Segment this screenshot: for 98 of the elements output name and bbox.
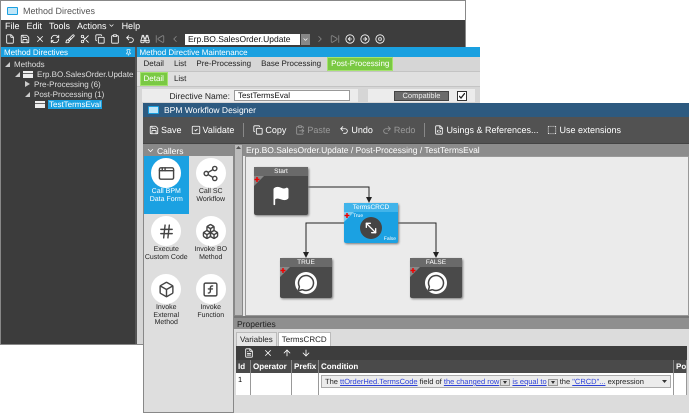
- arrow-up-icon[interactable]: [282, 348, 292, 358]
- scissors-icon[interactable]: [80, 34, 90, 44]
- expanded-triangle-icon[interactable]: [5, 62, 10, 66]
- tab[interactable]: Base Processing: [257, 57, 326, 71]
- tree-item[interactable]: Erp.BO.SalesOrder.Update: [36, 70, 134, 78]
- caret-icon[interactable]: [662, 380, 667, 383]
- menu-item[interactable]: Edit: [26, 20, 42, 30]
- method-combo-field[interactable]: Erp.BO.SalesOrder.Update: [185, 34, 300, 44]
- arrow-down-icon[interactable]: [301, 348, 311, 358]
- speech-bubble-icon: [425, 272, 447, 294]
- column-header: Prefix: [292, 360, 319, 373]
- menu-item[interactable]: Help: [122, 20, 140, 30]
- tab[interactable]: List: [170, 72, 190, 86]
- form-icon: [151, 158, 182, 188]
- properties-header: Properties: [234, 318, 689, 329]
- column-header: Id: [236, 360, 251, 373]
- folder-icon: [23, 70, 33, 78]
- toolbar-button[interactable]: Copy: [253, 125, 286, 135]
- collapsed-triangle-icon[interactable]: [25, 81, 30, 87]
- hash-icon: [151, 216, 182, 246]
- document-icon: [434, 125, 444, 135]
- copy-icon[interactable]: [95, 34, 105, 44]
- boxes-icon: [196, 216, 226, 246]
- menu-item[interactable]: Tools: [49, 20, 70, 30]
- tab[interactable]: Detail: [140, 57, 168, 71]
- pin-icon[interactable]: [124, 48, 132, 56]
- paste-icon: [295, 125, 306, 135]
- table-cell: [251, 373, 292, 395]
- checkbox[interactable]: [457, 90, 468, 100]
- toolbar-button[interactable]: Use extensions: [547, 125, 622, 135]
- undo-icon: [339, 125, 350, 135]
- plus-icon: [410, 267, 420, 277]
- new-file-icon[interactable]: [5, 34, 15, 44]
- tab[interactable]: Variables: [236, 332, 277, 346]
- expanded-triangle-icon[interactable]: [25, 92, 30, 96]
- column-header: Condition: [319, 360, 674, 373]
- expanded-triangle-icon[interactable]: [15, 72, 20, 76]
- menu-item[interactable]: Actions: [77, 20, 115, 30]
- plus-icon: [344, 212, 354, 222]
- forward-icon[interactable]: [360, 34, 370, 44]
- field-label: Directive Name:: [168, 90, 230, 100]
- save-icon[interactable]: [20, 34, 30, 44]
- palette-title: Callers: [157, 146, 184, 156]
- column-header: Po: [674, 360, 687, 373]
- connector-arrow: [303, 222, 344, 258]
- network-icon: [196, 158, 226, 188]
- connector-arrow: [308, 186, 372, 203]
- window-icon: [7, 6, 18, 14]
- tree-item[interactable]: Pre-Processing (6): [33, 80, 102, 88]
- tab[interactable]: Pre-Processing: [192, 57, 256, 71]
- window-title: BPM Workflow Designer: [164, 105, 256, 115]
- caret-icon: [108, 22, 115, 29]
- dropdown-icon[interactable]: [301, 34, 310, 44]
- first-record-icon[interactable]: [155, 34, 165, 44]
- speech-bubble-icon: [295, 272, 317, 294]
- directive-name-field[interactable]: TestTermsEval: [234, 90, 350, 101]
- dropdown-icon[interactable]: [500, 378, 510, 386]
- toolbar-button[interactable]: Usings & References...: [434, 125, 538, 135]
- checkbox-icon: [190, 125, 201, 135]
- close-icon[interactable]: [263, 348, 273, 358]
- last-record-icon[interactable]: [330, 34, 340, 44]
- copy-icon: [253, 125, 264, 135]
- column-header: Operator: [251, 360, 292, 373]
- plus-icon: [254, 176, 264, 186]
- function-icon: [196, 274, 226, 304]
- toolbar-button[interactable]: Validate: [190, 125, 234, 135]
- refresh-icon[interactable]: [50, 34, 60, 44]
- flag-icon: [271, 186, 291, 206]
- breadcrumb: Erp.BO.SalesOrder.Update / Post-Processing / TestTermsEval: [243, 144, 689, 156]
- brush-icon[interactable]: [65, 34, 75, 44]
- panel-title: Method Directive Maintenance: [140, 48, 248, 56]
- tab[interactable]: List: [170, 57, 190, 71]
- tab[interactable]: TermsCRCD: [278, 332, 331, 346]
- dropdown-icon[interactable]: [548, 378, 558, 386]
- new-file-icon[interactable]: [244, 348, 254, 358]
- diagonal-arrows-icon: [360, 216, 382, 238]
- menu-item[interactable]: File: [5, 20, 20, 30]
- connector-arrow: [398, 222, 439, 258]
- undo-icon[interactable]: [125, 34, 135, 44]
- panel-title: Method Directives: [4, 48, 68, 56]
- folder-icon: [35, 100, 45, 108]
- toolbar-button[interactable]: Undo: [339, 125, 373, 135]
- redo-icon: [382, 125, 392, 135]
- stop-icon[interactable]: [375, 34, 385, 44]
- plus-icon: [280, 267, 290, 277]
- square-icon: [547, 125, 558, 135]
- save-icon: [149, 125, 159, 135]
- binoculars-icon[interactable]: [140, 34, 150, 44]
- tree-item[interactable]: Methods: [13, 60, 46, 68]
- close-icon[interactable]: [35, 34, 45, 44]
- box-icon: [151, 274, 182, 304]
- window-icon: [148, 106, 159, 114]
- tree-item[interactable]: Post-Processing (1): [33, 90, 106, 98]
- chevron-icon: [146, 146, 155, 155]
- window-title: Method Directives: [23, 6, 96, 16]
- toolbar-button[interactable]: Save: [149, 125, 182, 135]
- clipboard-icon[interactable]: [110, 34, 120, 44]
- back-icon[interactable]: [345, 34, 355, 44]
